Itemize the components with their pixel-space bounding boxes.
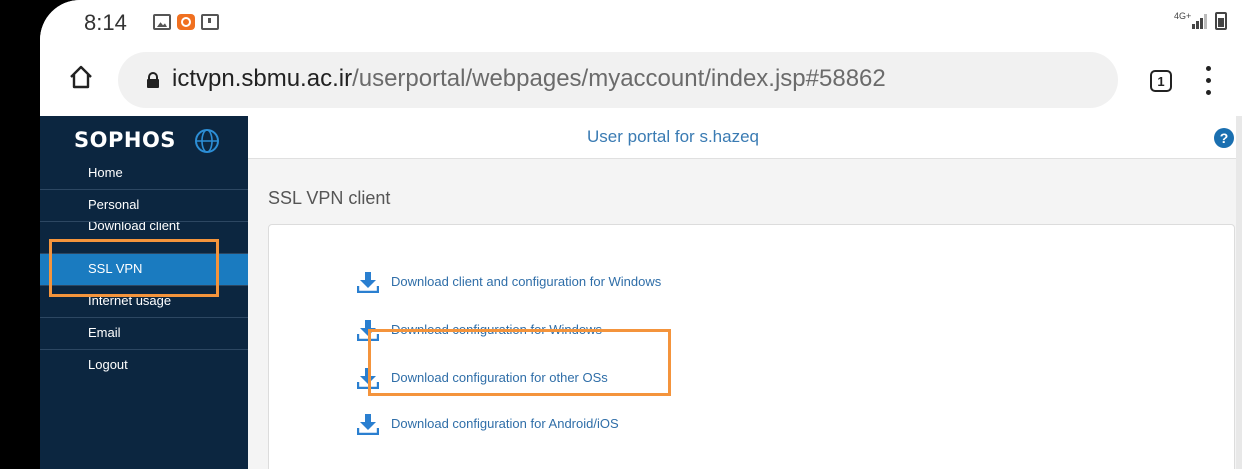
section-title: SSL VPN client <box>268 188 391 208</box>
url-domain: ictvpn.sbmu.ac.ir <box>172 65 353 92</box>
sidebar-item-home[interactable]: Home <box>40 158 248 190</box>
sophos-logo: SOPHOS <box>74 128 219 158</box>
network-type: 4G+ <box>1174 11 1192 21</box>
clock: 8:14 <box>84 10 127 35</box>
url-path: /userportal/webpages/myaccount/index.jsp… <box>352 65 886 92</box>
phone-screen: 8:14 4G+ ictvpn.sbmu.ac.ir/userportal/we… <box>40 0 1242 469</box>
link-label: Download configuration for Android/iOS <box>391 416 619 431</box>
sidebar-item-personal[interactable]: Personal <box>40 190 248 222</box>
link-label: Download client and configuration for Wi… <box>391 274 662 289</box>
battery-icon <box>1215 12 1227 30</box>
highlight-box-ssl-vpn <box>49 239 219 297</box>
logo-text: SOPHOS <box>74 128 176 152</box>
web-page: SOPHOS Home Personal Download client SSL… <box>40 116 1242 469</box>
app-notification-icon <box>177 14 195 30</box>
highlight-box-other-os <box>368 329 671 396</box>
address-bar[interactable]: ictvpn.sbmu.ac.ir/userportal/webpages/my… <box>118 52 1118 108</box>
download-icon <box>357 414 379 435</box>
download-icon <box>357 272 379 293</box>
sidebar-item-label: Personal <box>88 197 140 212</box>
page-edge <box>1236 116 1242 469</box>
sidebar-item-email[interactable]: Email <box>40 318 248 350</box>
help-icon[interactable]: ? <box>1214 128 1234 148</box>
gallery-icon <box>153 14 171 30</box>
sidebar-item-label: Download client <box>88 222 180 233</box>
sidebar-item-label: Email <box>88 325 121 340</box>
page-title: User portal for s.hazeq <box>587 127 759 146</box>
sidebar-item-logout[interactable]: Logout <box>40 350 248 382</box>
sidebar-item-label: Logout <box>88 357 128 372</box>
square-notification-icon <box>201 14 219 30</box>
portal-header: User portal for s.hazeq ? <box>248 116 1242 159</box>
home-icon[interactable] <box>68 64 94 90</box>
browser-toolbar: ictvpn.sbmu.ac.ir/userportal/webpages/my… <box>40 44 1242 116</box>
lock-icon <box>147 72 159 88</box>
overflow-menu-icon[interactable] <box>1204 66 1212 96</box>
tab-switcher-button[interactable]: 1 <box>1150 70 1172 92</box>
status-bar: 8:14 4G+ <box>40 0 1242 44</box>
signal-icon <box>1192 14 1208 29</box>
globe-icon <box>195 129 219 153</box>
url-text: ictvpn.sbmu.ac.ir/userportal/webpages/my… <box>172 65 886 93</box>
sidebar-item-label: Home <box>88 165 123 180</box>
